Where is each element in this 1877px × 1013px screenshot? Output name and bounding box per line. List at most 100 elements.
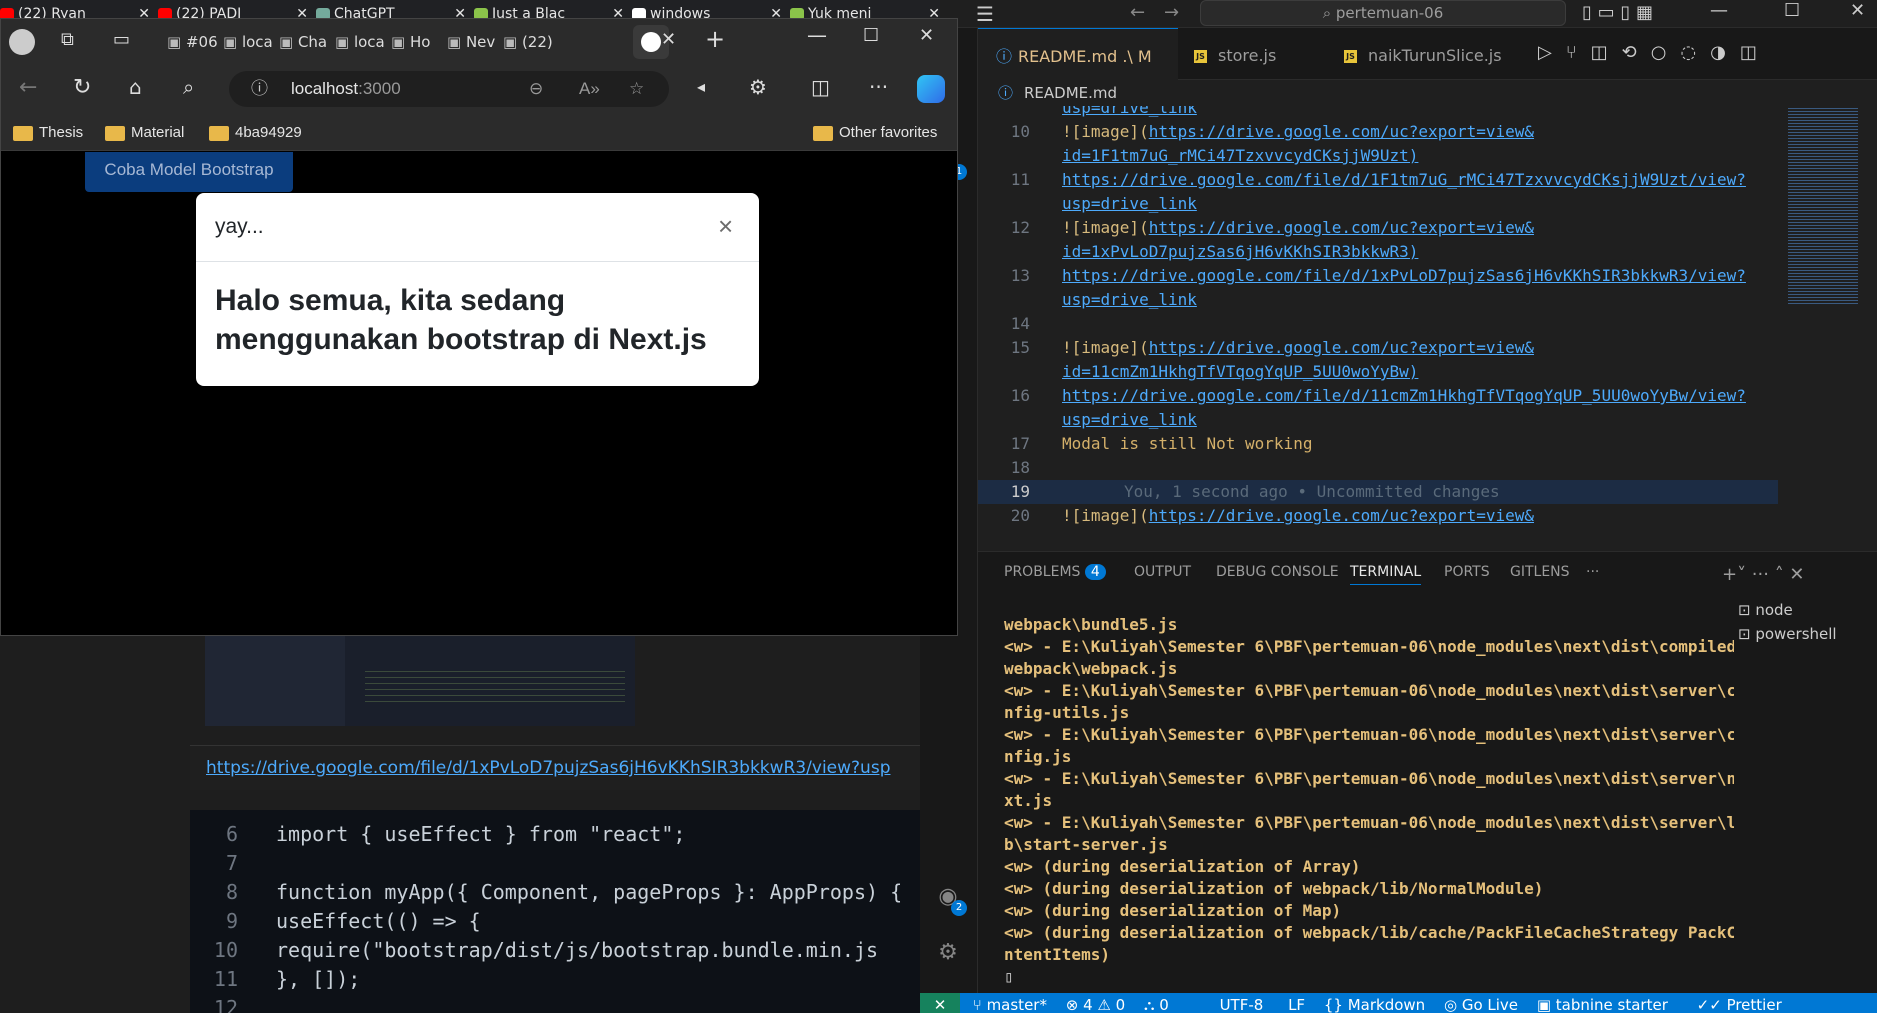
open-modal-button[interactable]: Coba Model Bootstrap [85, 152, 293, 192]
chrome-tab[interactable]: Yuk meni ✕ [790, 0, 940, 18]
line-number: 19 [1010, 482, 1030, 501]
favorite-4ba94929[interactable]: 4ba94929 [205, 115, 302, 151]
minimize-button[interactable]: — [807, 23, 827, 47]
favorite-star-icon[interactable]: ☆ [629, 71, 644, 107]
md-image-url[interactable]: https://drive.google.com/uc?export=view& [1149, 122, 1534, 141]
new-tab-icon[interactable]: + [705, 25, 725, 53]
tab-problems[interactable]: PROBLEMS 4 [1004, 564, 1106, 580]
close-window-button[interactable]: ✕ [1850, 0, 1865, 21]
chrome-tab[interactable]: (22) PADI ✕ [158, 0, 316, 18]
refresh-icon[interactable]: ↻ [73, 75, 91, 100]
read-aloud-icon[interactable]: A» [579, 71, 600, 107]
branch-status[interactable]: ⑂ master* [973, 996, 1047, 1013]
more-tabs-icon[interactable]: ··· [1586, 564, 1599, 580]
settings-gear-icon[interactable]: ⚙ [933, 940, 963, 970]
other-favorites[interactable]: Other favorites [809, 115, 937, 151]
remote-icon[interactable]: ✕ [920, 993, 960, 1013]
terminal-line: xt.js [1004, 791, 1053, 810]
browser-tab[interactable]: ▣ Cha [279, 27, 327, 57]
md-image-url[interactable]: https://drive.google.com/uc?export=view& [1149, 218, 1534, 237]
close-tab-icon[interactable]: ✕ [296, 0, 308, 18]
tab-naikturunslice-js[interactable]: JS naikTurunSlice.js [1328, 28, 1528, 80]
media-icon[interactable]: ◂ [697, 77, 705, 96]
minimize-button[interactable]: — [1710, 0, 1728, 21]
tab-ports[interactable]: PORTS [1444, 564, 1490, 580]
encoding-status[interactable]: UTF-8 [1220, 996, 1264, 1013]
close-window-button[interactable]: ✕ [919, 25, 934, 46]
more-options-icon[interactable]: ··· [869, 75, 888, 99]
tabnine-status[interactable]: ▣ tabnine starter [1537, 996, 1668, 1013]
search-label: pertemuan-06 [1335, 4, 1444, 22]
chrome-tab[interactable]: ChatGPT ✕ [316, 0, 474, 18]
tab-terminal[interactable]: TERMINAL [1350, 564, 1422, 585]
accounts-icon[interactable]: ◉ 2 [933, 884, 967, 916]
profile-avatar[interactable] [9, 29, 35, 55]
workspaces-icon[interactable]: ⧉ [61, 29, 74, 50]
chrome-tab[interactable]: Just a Blac ✕ [474, 0, 632, 18]
forward-arrow-icon[interactable]: → [1164, 2, 1179, 23]
chrome-tab[interactable]: windows ✕ [632, 0, 790, 18]
layout-icons[interactable]: ▯ ▭ ▯ ▦ [1582, 2, 1653, 23]
favorite-label: Thesis [39, 124, 84, 141]
drive-link[interactable]: https://drive.google.com/file/d/1xPvLoD7… [206, 758, 890, 778]
favorite-thesis[interactable]: Thesis [9, 115, 83, 151]
tab-store-js[interactable]: JS store.js [1178, 28, 1328, 80]
maximize-button[interactable]: ☐ [863, 25, 879, 46]
browser-tab[interactable]: ▣ loca [335, 27, 385, 57]
browser-tab[interactable]: ▣ Nev [447, 27, 495, 57]
md-image-url[interactable]: https://drive.google.com/uc?export=view& [1149, 338, 1534, 357]
close-tab-icon[interactable]: ✕ [928, 0, 940, 18]
tab-gitlens[interactable]: GITLENS [1510, 564, 1570, 580]
back-arrow-icon[interactable]: ← [1130, 2, 1145, 23]
eol-status[interactable]: LF [1288, 996, 1305, 1013]
editor-code[interactable]: usp=drive_link 10 ![image](https://drive.g… [978, 106, 1778, 551]
tab-debug-console[interactable]: DEBUG CONSOLE [1216, 564, 1339, 580]
panel-actions-icons[interactable]: +˅ ··· ˄ ✕ [1722, 564, 1805, 585]
line-text: import { useEffect } from "react"; [276, 822, 686, 846]
code-line: id=1F1tm7uG_rMCi47TzxvvcydCKsjjW9Uzt) [978, 144, 1778, 168]
terminal-line: webpack\webpack.js [1004, 659, 1178, 678]
close-tab-icon[interactable]: ✕ [454, 0, 466, 18]
breadcrumb[interactable]: ⓘ README.md [978, 80, 1877, 106]
md-image-url[interactable]: https://drive.google.com/uc?export=view& [1149, 506, 1534, 525]
tab-readme[interactable]: ⓘ README.md .\ M ✕ [978, 28, 1178, 122]
browser-tab[interactable]: ▣ (22) [503, 27, 553, 57]
browser-tab[interactable]: ▣ loca [223, 27, 273, 57]
ports-status[interactable]: ⛬ 0 [1144, 996, 1169, 1013]
editor-actions-icons[interactable]: ▷⑂◫⟲○◌◑◫ [1538, 42, 1771, 63]
split-screen-icon[interactable]: ◫ [811, 75, 830, 99]
terminal-output[interactable]: webpack\bundle5.js <w> - E:\Kuliyah\Semes… [1004, 614, 1734, 994]
home-icon[interactable]: ⌂ [129, 75, 142, 99]
close-tab-icon[interactable]: ✕ [770, 0, 782, 18]
browser-tab[interactable]: ▣ Ho [391, 27, 430, 57]
language-name: Markdown [1347, 996, 1426, 1013]
close-tab-icon[interactable]: ✕ [661, 29, 676, 50]
browser-tab-label: Cha [297, 33, 328, 51]
minimap[interactable] [1778, 106, 1877, 551]
search-icon[interactable]: ⌕ [183, 75, 194, 99]
menu-icon[interactable]: ☰ [976, 2, 994, 26]
terminal-cursor[interactable]: ▯ [1004, 966, 1734, 988]
tab-actions-icon[interactable]: ▭ [113, 29, 130, 50]
problems-status[interactable]: ⊗ 4 ⚠ 0 [1066, 996, 1125, 1013]
terminal-item-powershell[interactable]: ⊡ powershell [1738, 622, 1837, 646]
chrome-tab[interactable]: (22) Ryan ✕ [0, 0, 158, 18]
maximize-button[interactable]: ☐ [1784, 0, 1800, 21]
extensions-icon[interactable]: ⚙ [749, 75, 767, 99]
golive-status[interactable]: ◎ Go Live [1444, 996, 1518, 1013]
zoom-icon[interactable]: ⊖ [529, 71, 543, 107]
prettier-status[interactable]: ✓✓ Prettier [1697, 996, 1782, 1013]
copilot-icon[interactable] [917, 75, 945, 103]
address-bar[interactable]: ⓘ localhost:3000 ⊖ A» ☆ [229, 71, 669, 107]
tab-output[interactable]: OUTPUT [1134, 564, 1191, 580]
back-icon[interactable]: ← [19, 75, 37, 100]
code-line: usp=drive_link [978, 408, 1778, 432]
close-tab-icon[interactable]: ✕ [138, 0, 150, 18]
modal-close-button[interactable]: × [718, 211, 733, 242]
favorite-material[interactable]: Material [101, 115, 184, 151]
close-tab-icon[interactable]: ✕ [612, 0, 624, 18]
terminal-item-node[interactable]: ⊡ node [1738, 598, 1837, 622]
browser-tab[interactable]: ▣ #06 [167, 27, 218, 57]
language-status[interactable]: {} Markdown [1324, 996, 1425, 1013]
command-center-search[interactable]: ⌕ pertemuan-06 [1200, 0, 1566, 26]
